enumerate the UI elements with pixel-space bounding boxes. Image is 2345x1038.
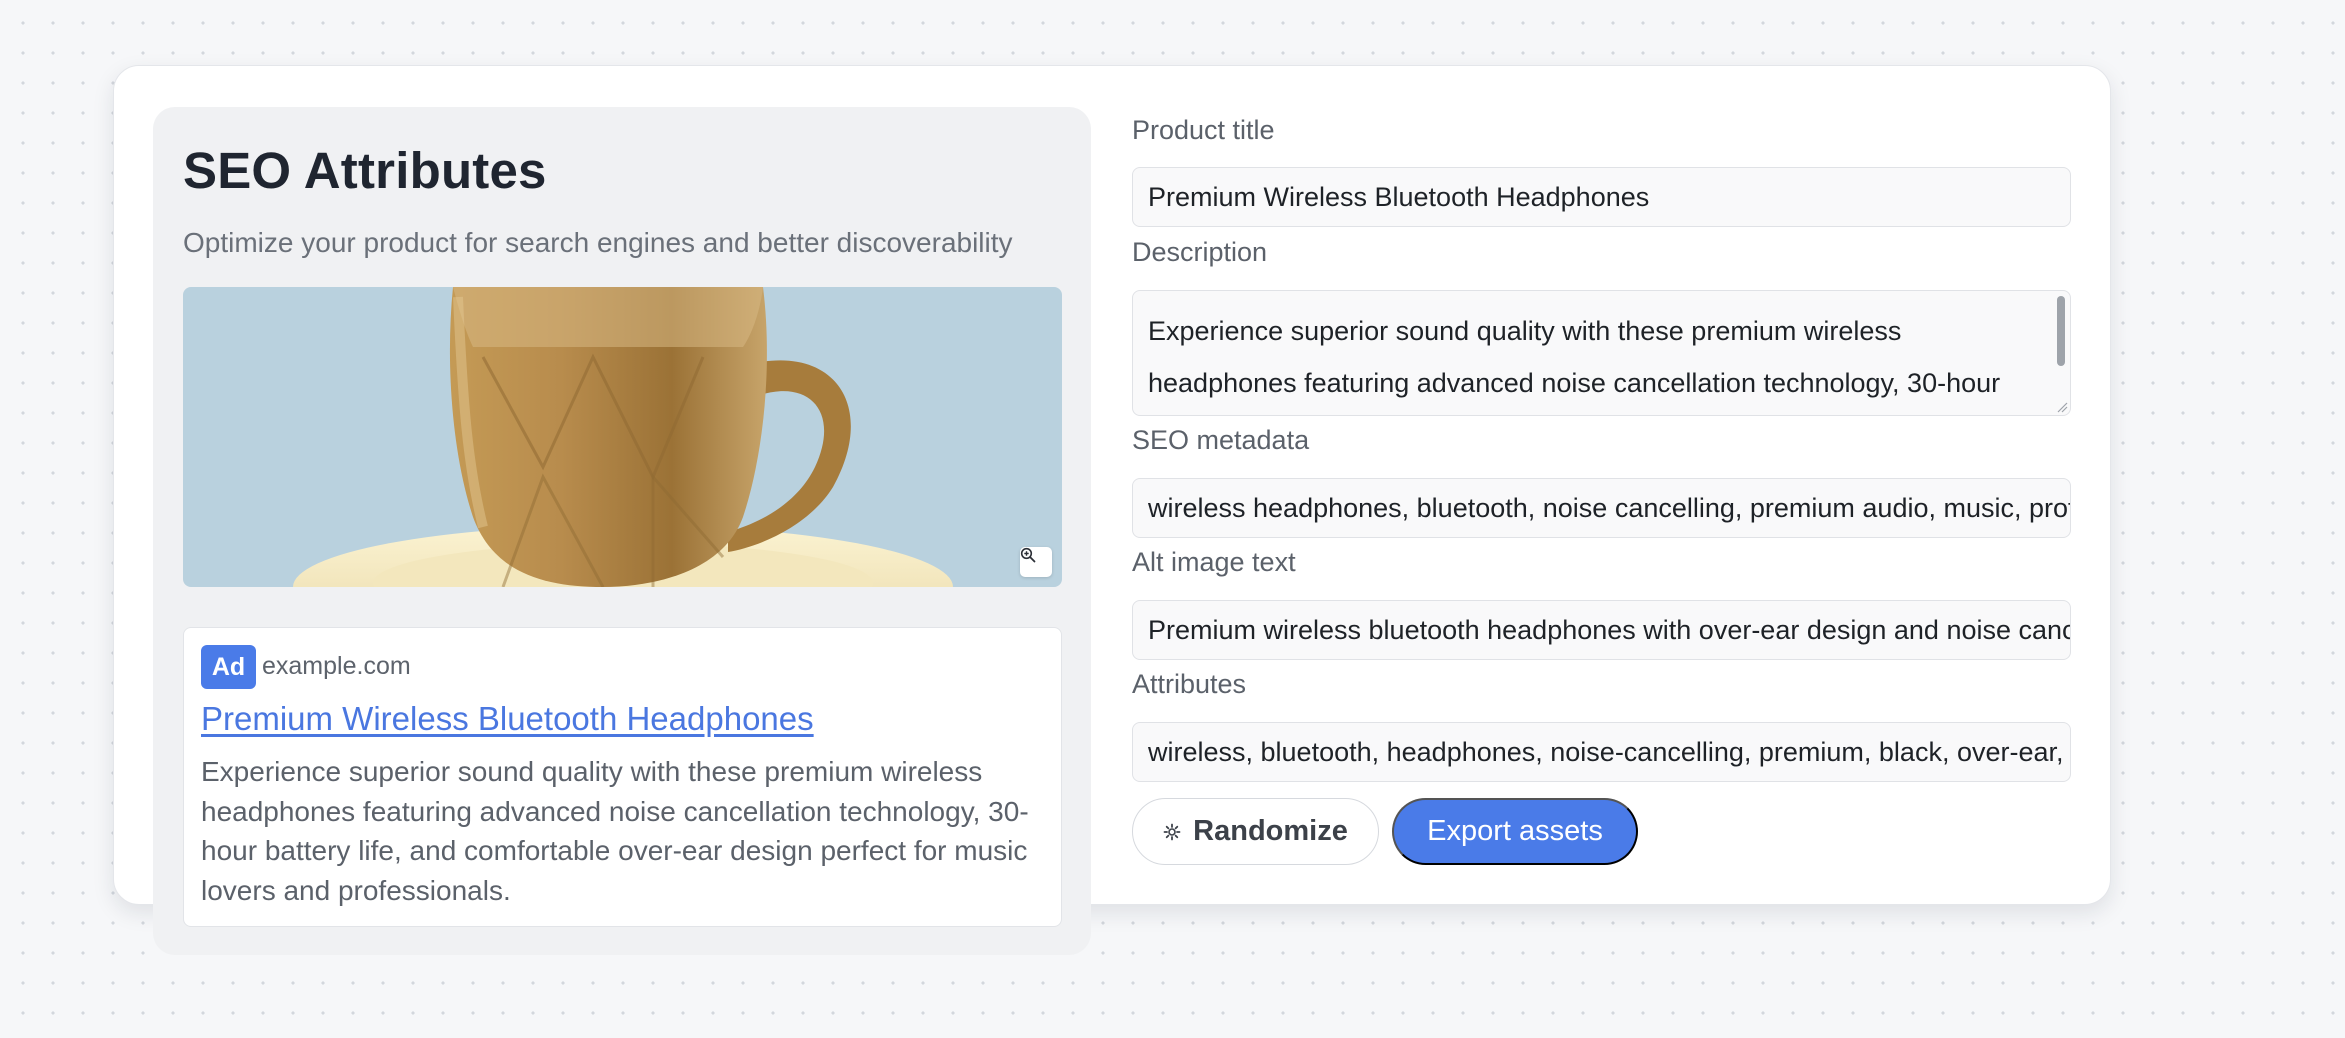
product-title-label: Product title (1132, 115, 1275, 145)
ad-headline-link[interactable]: Premium Wireless Bluetooth Headphones (201, 700, 814, 738)
seo-metadata-label: SEO metadata (1132, 425, 1310, 455)
export-assets-label: Export assets (1427, 815, 1603, 847)
alt-text-input[interactable]: Premium wireless bluetooth headphones wi… (1132, 600, 2071, 660)
textarea-scrollbar[interactable] (2057, 296, 2065, 366)
product-image (183, 287, 1062, 587)
export-assets-button[interactable]: Export assets (1392, 798, 1638, 865)
zoom-in-icon (1020, 547, 1036, 563)
alt-text-label: Alt image text (1132, 547, 1296, 577)
seo-metadata-input[interactable]: wireless headphones, bluetooth, noise ca… (1132, 478, 2071, 538)
seo-preview-panel: SEO Attributes Optimize your product for… (153, 107, 1091, 955)
cup-illustration (293, 287, 953, 587)
gear-icon (1163, 823, 1181, 840)
ad-badge: Ad (201, 645, 256, 689)
ad-domain: example.com (262, 652, 411, 680)
page-title: SEO Attributes (183, 142, 547, 199)
randomize-label: Randomize (1193, 815, 1348, 847)
ad-description: Experience superior sound quality with t… (201, 756, 1029, 906)
page-subtitle: Optimize your product for search engines… (183, 227, 1013, 258)
search-ad-preview: Ad example.com Premium Wireless Bluetoot… (183, 627, 1062, 927)
description-text: Experience superior sound quality with t… (1148, 316, 2001, 398)
product-title-input[interactable]: Premium Wireless Bluetooth Headphones (1132, 167, 2071, 227)
resize-grip-icon[interactable] (2056, 401, 2068, 413)
attributes-input[interactable]: wireless, bluetooth, headphones, noise-c… (1132, 722, 2071, 782)
description-textarea[interactable]: Experience superior sound quality with t… (1132, 290, 2071, 416)
zoom-image-button[interactable] (1020, 547, 1052, 577)
description-label: Description (1132, 237, 1268, 267)
attributes-label: Attributes (1132, 669, 1247, 699)
randomize-button[interactable]: Randomize (1132, 798, 1379, 865)
